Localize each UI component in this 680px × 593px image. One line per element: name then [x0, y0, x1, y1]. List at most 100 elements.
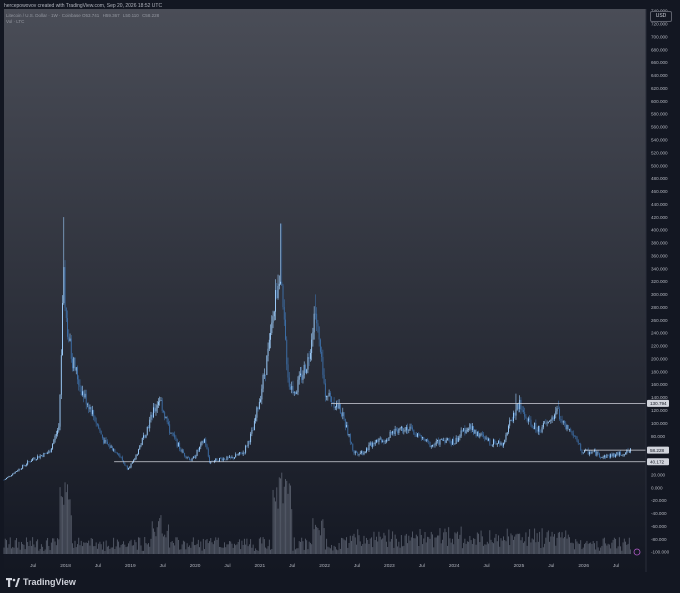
volume-bar	[321, 520, 323, 554]
volume-bar	[486, 541, 488, 554]
candle-body	[358, 454, 360, 455]
volume-bar	[39, 548, 41, 554]
candle-body	[520, 399, 522, 410]
candle-body	[53, 440, 55, 444]
volume-bar	[628, 537, 630, 554]
candle-body	[277, 286, 279, 299]
candle-body	[602, 456, 604, 458]
candle-body	[308, 357, 310, 359]
candle-body	[466, 429, 468, 431]
candle-body	[542, 423, 544, 428]
candle-body	[387, 439, 389, 441]
candle-body	[557, 408, 559, 410]
volume-bar	[50, 542, 52, 554]
volume-bar	[596, 540, 598, 554]
volume-bar	[405, 533, 407, 554]
candle-body	[149, 419, 151, 429]
volume-bar	[179, 549, 181, 554]
volume-bar	[353, 533, 355, 554]
volume-bar	[160, 515, 162, 554]
candle-body	[153, 407, 154, 418]
price-chart[interactable]: -100.000 -80.000 -60.000 -40.000 -20.000 0.00…	[0, 0, 680, 593]
candle-body	[392, 431, 394, 434]
volume-bar	[268, 539, 270, 554]
volume-bar	[231, 543, 233, 554]
volume-bar	[616, 548, 618, 554]
candle-body	[606, 454, 608, 458]
candle-body	[287, 364, 289, 378]
y-tick-label: 420.000	[651, 215, 668, 220]
volume-bar	[72, 543, 73, 554]
volume-bar	[615, 538, 617, 554]
candle-body	[68, 336, 70, 341]
volume-bar	[549, 541, 551, 554]
volume-bar	[288, 483, 290, 554]
candle-body	[329, 392, 331, 397]
candle-body	[6, 477, 7, 480]
candle-body	[324, 383, 326, 398]
candle-body	[344, 418, 346, 428]
candle-body	[108, 444, 110, 445]
candle-body	[454, 443, 456, 445]
candle-body	[144, 435, 146, 438]
candle-body	[258, 401, 260, 410]
candle-body	[506, 432, 508, 435]
y-tick-label: 640.000	[651, 73, 668, 78]
volume-bar	[489, 530, 491, 554]
volume-bar	[557, 532, 559, 554]
volume-bar	[554, 534, 556, 554]
candle-body	[54, 435, 56, 441]
volume-bar	[156, 527, 158, 554]
volume-bar	[12, 547, 14, 554]
candle-body	[262, 375, 264, 389]
candle-body	[566, 425, 568, 430]
volume-bar	[79, 545, 81, 554]
currency-button[interactable]: USD	[650, 11, 672, 22]
y-tick-label: 660.000	[651, 60, 668, 65]
y-tick-label: 200.000	[651, 356, 668, 361]
candle-body	[437, 439, 438, 442]
candle-body	[551, 417, 553, 420]
tradingview-logo[interactable]: TradingView	[6, 577, 76, 587]
candle-body	[505, 434, 507, 440]
volume-bar	[128, 543, 130, 554]
candle-body	[354, 451, 356, 454]
candle-body	[432, 444, 433, 447]
candle-body	[336, 403, 338, 408]
volume-bar	[493, 543, 494, 554]
y-tick-label: 580.000	[651, 112, 668, 117]
candle-body	[488, 438, 489, 441]
volume-bar	[369, 538, 371, 554]
volume-bar	[371, 537, 372, 554]
candle-body	[414, 434, 416, 435]
volume-bar	[495, 533, 497, 554]
candle-body	[12, 473, 14, 476]
candle-body	[126, 465, 128, 470]
volume-bar	[509, 545, 511, 554]
price-axis[interactable]: -100.000 -80.000 -60.000 -40.000 -20.000 0.00…	[651, 9, 670, 555]
candle-body	[332, 402, 334, 403]
candle-body	[311, 339, 313, 353]
volume-bar	[531, 538, 533, 554]
volume-bar	[243, 538, 245, 554]
volume-bar	[623, 538, 625, 554]
candle-body	[559, 409, 560, 420]
volume-bar	[539, 531, 541, 554]
volume-bar	[154, 531, 156, 554]
volume-bar	[473, 538, 475, 554]
y-tick-label: 400.000	[651, 228, 668, 233]
volume-bar	[184, 541, 186, 554]
candle-body	[357, 452, 359, 455]
candle-body	[187, 457, 189, 458]
candle-body	[322, 356, 324, 375]
x-tick-label: 2024	[449, 563, 460, 569]
volume-bar	[276, 487, 278, 554]
volume-bar	[488, 543, 489, 554]
candle-body	[412, 427, 414, 430]
candle-body	[100, 430, 102, 435]
volume-bar	[438, 535, 440, 554]
volume-bar	[510, 533, 512, 554]
candle-body	[206, 445, 208, 450]
volume-bar	[54, 541, 56, 554]
candle-body	[592, 451, 594, 453]
